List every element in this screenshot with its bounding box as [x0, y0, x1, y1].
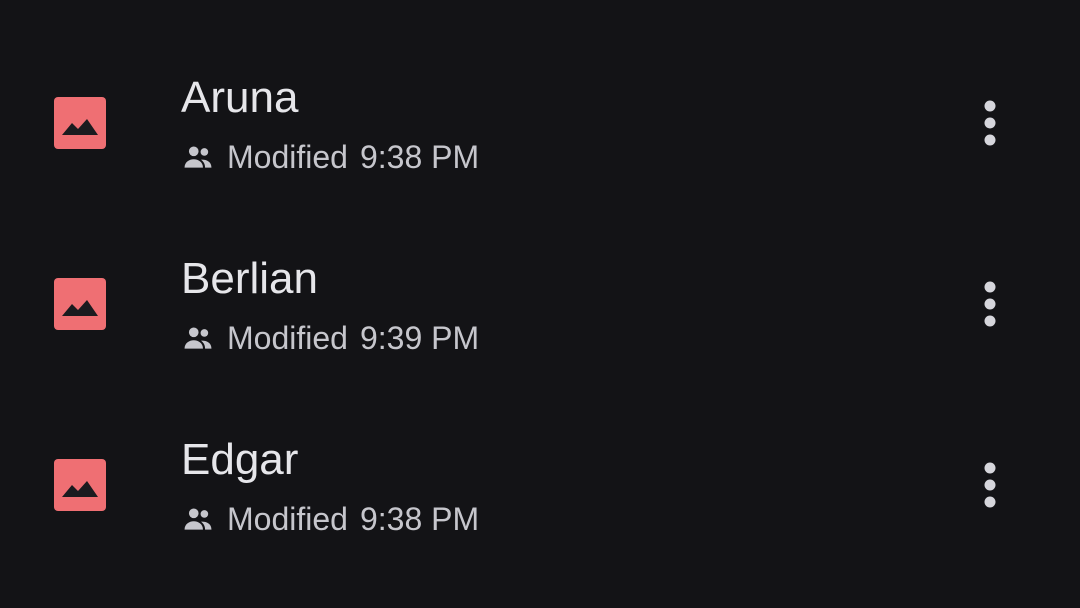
- file-meta: Modified 9:38 PM: [181, 137, 479, 177]
- image-icon: [54, 278, 106, 330]
- more-vert-icon: [982, 460, 998, 510]
- more-vert-icon: [982, 279, 998, 329]
- file-meta: Modified 9:39 PM: [181, 318, 479, 358]
- file-name: Berlian: [181, 254, 318, 303]
- modified-label: Modified: [227, 500, 348, 537]
- file-list: Aruna Modified 9:38 PM Berlian Modified …: [0, 0, 1080, 608]
- modified-label: Modified: [227, 138, 348, 175]
- modified-time: 9:39 PM: [359, 319, 480, 356]
- modified-time: 9:38 PM: [359, 138, 480, 175]
- more-options-button[interactable]: [964, 275, 1016, 333]
- file-meta: Modified 9:38 PM: [181, 499, 479, 539]
- more-options-button[interactable]: [964, 456, 1016, 514]
- file-name: Edgar: [181, 435, 299, 484]
- shared-people-icon: [181, 502, 215, 536]
- file-row-edgar[interactable]: Edgar Modified 9:38 PM: [0, 394, 1080, 574]
- file-row-berlian[interactable]: Berlian Modified 9:39 PM: [0, 213, 1080, 393]
- more-vert-icon: [982, 98, 998, 148]
- shared-people-icon: [181, 140, 215, 174]
- shared-people-icon: [181, 321, 215, 355]
- modified-label: Modified: [227, 319, 348, 356]
- file-row-aruna[interactable]: Aruna Modified 9:38 PM: [0, 32, 1080, 212]
- more-options-button[interactable]: [964, 94, 1016, 152]
- image-icon: [54, 459, 106, 511]
- image-icon: [54, 97, 106, 149]
- file-name: Aruna: [181, 73, 299, 122]
- modified-time: 9:38 PM: [359, 500, 480, 537]
